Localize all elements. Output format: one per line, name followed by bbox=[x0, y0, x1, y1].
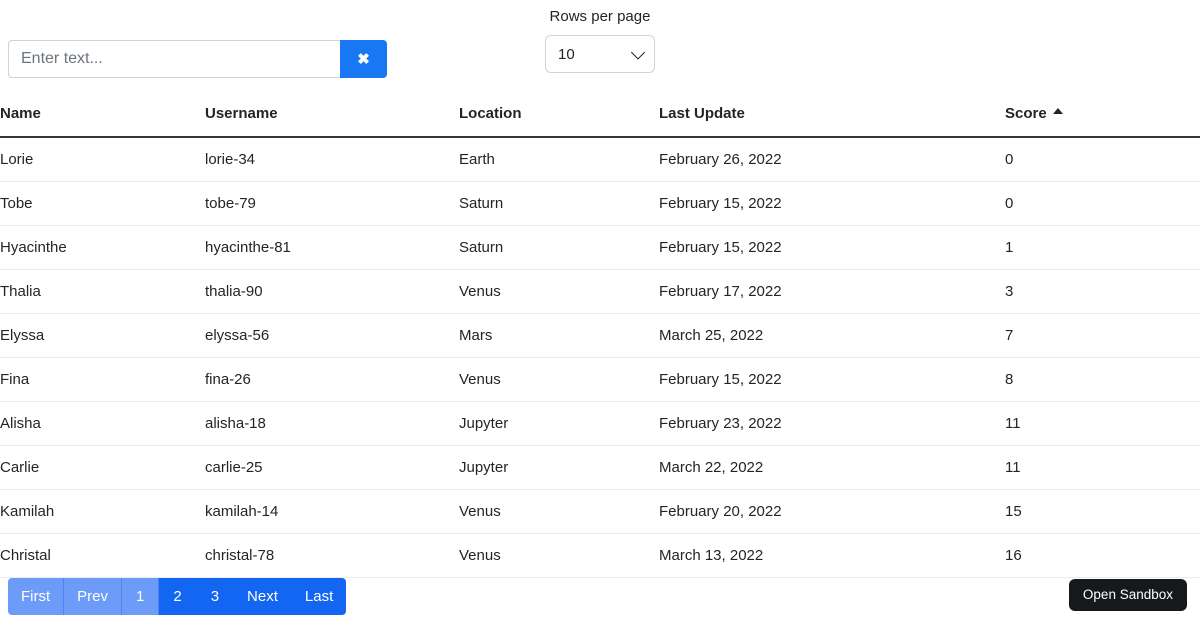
cell-username: hyacinthe-81 bbox=[205, 225, 459, 270]
cell-name: Elyssa bbox=[0, 313, 205, 358]
cell-name: Carlie bbox=[0, 445, 205, 490]
cell-name: Hyacinthe bbox=[0, 225, 205, 270]
cell-username: lorie-34 bbox=[205, 137, 459, 182]
cell-name: Thalia bbox=[0, 269, 205, 314]
data-table-page: ✖ Rows per page 10 bbox=[0, 0, 1200, 630]
table-row[interactable]: Christal christal-78 Venus March 13, 202… bbox=[0, 533, 1200, 578]
cell-last-update: February 15, 2022 bbox=[659, 181, 1005, 226]
table-row[interactable]: Kamilah kamilah-14 Venus February 20, 20… bbox=[0, 489, 1200, 534]
cell-location: Saturn bbox=[459, 181, 659, 226]
column-header-score[interactable]: Score bbox=[1005, 105, 1200, 138]
rows-per-page-select[interactable]: 10 bbox=[545, 35, 655, 73]
cell-username: kamilah-14 bbox=[205, 489, 459, 534]
column-header-last-update-label: Last Update bbox=[659, 105, 745, 122]
table-container: Name Username Location Last Update Score… bbox=[0, 105, 1200, 578]
open-sandbox-button[interactable]: Open Sandbox bbox=[1068, 579, 1187, 611]
cell-username: elyssa-56 bbox=[205, 313, 459, 358]
cell-username: fina-26 bbox=[205, 357, 459, 402]
table-row[interactable]: Thalia thalia-90 Venus February 17, 2022… bbox=[0, 269, 1200, 314]
table-row[interactable]: Elyssa elyssa-56 Mars March 25, 2022 7 bbox=[0, 313, 1200, 358]
cell-score: 0 bbox=[1005, 181, 1200, 226]
pagination-page-2[interactable]: 2 bbox=[159, 578, 197, 615]
cell-last-update: February 15, 2022 bbox=[659, 225, 1005, 270]
column-header-last-update[interactable]: Last Update bbox=[659, 105, 1005, 138]
cell-name: Tobe bbox=[0, 181, 205, 226]
cell-name: Christal bbox=[0, 533, 205, 578]
table-row[interactable]: Carlie carlie-25 Jupyter March 22, 2022 … bbox=[0, 445, 1200, 490]
column-header-location-label: Location bbox=[459, 105, 522, 122]
cell-location: Jupyter bbox=[459, 401, 659, 446]
cell-score: 0 bbox=[1005, 137, 1200, 182]
table-row[interactable]: Tobe tobe-79 Saturn February 15, 2022 0 bbox=[0, 181, 1200, 226]
table-row[interactable]: Hyacinthe hyacinthe-81 Saturn February 1… bbox=[0, 225, 1200, 270]
column-header-name[interactable]: Name bbox=[0, 105, 205, 138]
search-group: ✖ bbox=[8, 40, 387, 78]
cell-location: Venus bbox=[459, 489, 659, 534]
cell-username: thalia-90 bbox=[205, 269, 459, 314]
cell-score: 11 bbox=[1005, 401, 1200, 446]
rows-per-page-label: Rows per page bbox=[549, 8, 651, 25]
table-body: Lorie lorie-34 Earth February 26, 2022 0… bbox=[0, 137, 1200, 578]
pagination-next-button[interactable]: Next bbox=[234, 578, 292, 615]
cell-name: Alisha bbox=[0, 401, 205, 446]
search-input[interactable] bbox=[8, 40, 340, 78]
cell-score: 8 bbox=[1005, 357, 1200, 402]
cell-username: christal-78 bbox=[205, 533, 459, 578]
cell-score: 7 bbox=[1005, 313, 1200, 358]
data-table: Name Username Location Last Update Score… bbox=[0, 105, 1200, 578]
rows-per-page-control: Rows per page 10 bbox=[545, 8, 655, 73]
column-header-score-label: Score bbox=[1005, 105, 1047, 122]
cell-location: Venus bbox=[459, 357, 659, 402]
cell-last-update: March 13, 2022 bbox=[659, 533, 1005, 578]
cell-location: Jupyter bbox=[459, 445, 659, 490]
cell-location: Saturn bbox=[459, 225, 659, 270]
cell-name: Lorie bbox=[0, 137, 205, 182]
cell-score: 11 bbox=[1005, 445, 1200, 490]
cell-location: Mars bbox=[459, 313, 659, 358]
table-header-row: Name Username Location Last Update Score bbox=[0, 105, 1200, 138]
column-header-username-label: Username bbox=[205, 105, 278, 122]
pagination: First Prev 1 2 3 Next Last bbox=[8, 578, 347, 615]
toolbar: ✖ Rows per page 10 bbox=[0, 0, 1200, 96]
pagination-page-1[interactable]: 1 bbox=[122, 578, 160, 615]
column-header-location[interactable]: Location bbox=[459, 105, 659, 138]
cell-location: Venus bbox=[459, 533, 659, 578]
cell-last-update: February 17, 2022 bbox=[659, 269, 1005, 314]
cell-last-update: February 15, 2022 bbox=[659, 357, 1005, 402]
cell-score: 3 bbox=[1005, 269, 1200, 314]
cell-location: Earth bbox=[459, 137, 659, 182]
cell-last-update: February 20, 2022 bbox=[659, 489, 1005, 534]
pagination-prev-button[interactable]: Prev bbox=[64, 578, 123, 615]
pagination-page-3[interactable]: 3 bbox=[196, 578, 235, 615]
table-header: Name Username Location Last Update Score bbox=[0, 105, 1200, 138]
table-row[interactable]: Alisha alisha-18 Jupyter February 23, 20… bbox=[0, 401, 1200, 446]
pagination-last-button[interactable]: Last bbox=[291, 578, 347, 615]
cell-last-update: February 26, 2022 bbox=[659, 137, 1005, 182]
cell-score: 16 bbox=[1005, 533, 1200, 578]
pagination-first-button[interactable]: First bbox=[8, 578, 65, 615]
table-row[interactable]: Fina fina-26 Venus February 15, 2022 8 bbox=[0, 357, 1200, 402]
cell-username: alisha-18 bbox=[205, 401, 459, 446]
sort-ascending-icon bbox=[1052, 108, 1063, 114]
close-icon: ✖ bbox=[357, 50, 370, 68]
cell-username: tobe-79 bbox=[205, 181, 459, 226]
cell-last-update: February 23, 2022 bbox=[659, 401, 1005, 446]
column-header-username[interactable]: Username bbox=[205, 105, 459, 138]
cell-last-update: March 22, 2022 bbox=[659, 445, 1005, 490]
rows-per-page-value: 10 bbox=[558, 45, 575, 63]
cell-username: carlie-25 bbox=[205, 445, 459, 490]
cell-score: 1 bbox=[1005, 225, 1200, 270]
rows-per-page-select-wrap: 10 bbox=[545, 35, 655, 73]
cell-name: Fina bbox=[0, 357, 205, 402]
table-row[interactable]: Lorie lorie-34 Earth February 26, 2022 0 bbox=[0, 137, 1200, 182]
column-header-name-label: Name bbox=[0, 105, 41, 122]
cell-name: Kamilah bbox=[0, 489, 205, 534]
cell-location: Venus bbox=[459, 269, 659, 314]
cell-score: 15 bbox=[1005, 489, 1200, 534]
cell-last-update: March 25, 2022 bbox=[659, 313, 1005, 358]
clear-search-button[interactable]: ✖ bbox=[340, 40, 387, 78]
